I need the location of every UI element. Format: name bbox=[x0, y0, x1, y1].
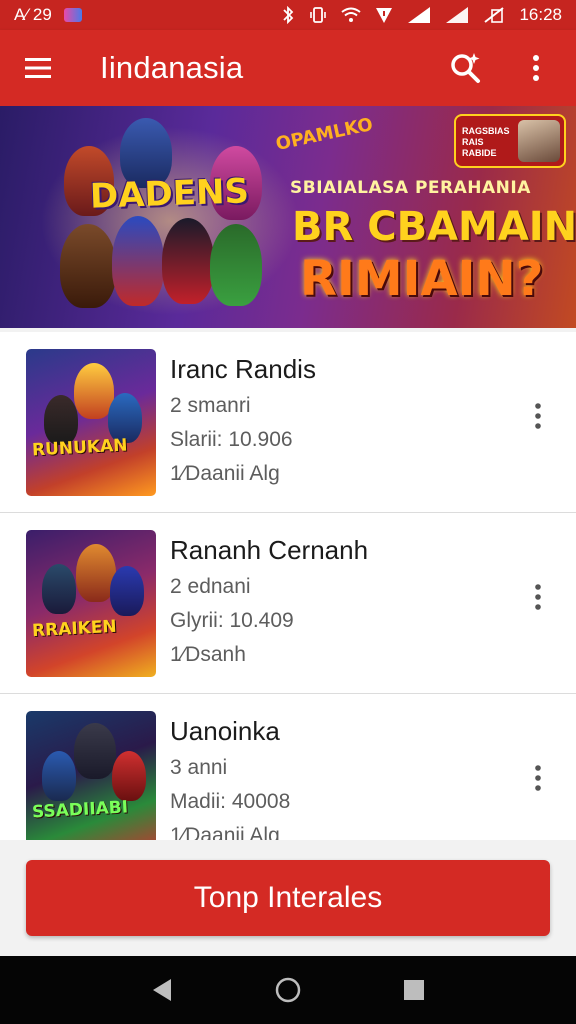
thumb-hero bbox=[42, 564, 76, 614]
more-vert-icon bbox=[535, 584, 541, 610]
item-meta: Madii: 40008 bbox=[170, 790, 291, 813]
battery-icon bbox=[484, 7, 505, 23]
banner-logo: DADENS bbox=[89, 171, 250, 217]
more-vert-icon bbox=[535, 765, 541, 791]
item-title: Uanoinka bbox=[170, 716, 280, 746]
item-overflow-button[interactable] bbox=[526, 396, 550, 436]
menu-button[interactable] bbox=[20, 50, 56, 86]
thumb-label: RRAIKEN bbox=[31, 616, 118, 642]
item-title: Iranc Randis bbox=[170, 354, 316, 384]
more-options-button[interactable] bbox=[518, 50, 554, 86]
signal-icon bbox=[408, 7, 431, 23]
item-meta: 1⁄Daanii Alg bbox=[170, 462, 280, 485]
more-vert-icon bbox=[533, 55, 539, 81]
menu-icon bbox=[25, 58, 51, 78]
banner-headline-2: BR CBAMAINAI bbox=[292, 204, 576, 250]
item-meta: 1⁄Dsanh bbox=[170, 643, 246, 666]
banner-badge-text: RAGSBIAS RAIS RABIDE bbox=[462, 126, 510, 158]
primary-action-button[interactable]: Tonp Interales bbox=[26, 860, 550, 936]
banner-hero bbox=[162, 218, 214, 304]
list-item[interactable]: SSADIIABI Uanoinka 3 anni Madii: 40008 1… bbox=[0, 694, 576, 840]
item-meta: 1⁄Daanii Alg bbox=[170, 824, 280, 840]
item-meta: Slarii: 10.906 bbox=[170, 428, 293, 451]
banner-headline-1: SBIAIALASA PERAHANIA bbox=[290, 178, 531, 198]
notification-app-icon bbox=[63, 8, 82, 22]
item-overflow-button[interactable] bbox=[526, 577, 550, 617]
app-thumbnail: SSADIIABI bbox=[26, 711, 156, 840]
thumb-label: RUNUKAN bbox=[31, 435, 128, 461]
app-thumbnail: RRAIKEN bbox=[26, 530, 156, 677]
data-saver-icon bbox=[376, 8, 393, 23]
status-bar: A⁄ 29 16:28 bbox=[0, 0, 576, 30]
app-bar: Iindanasia bbox=[0, 30, 576, 106]
promo-banner[interactable]: DADENS OPAMLKO SBIAIALASA PERAHANIA BR C… bbox=[0, 106, 576, 328]
thumb-hero bbox=[74, 723, 116, 779]
search-button[interactable] bbox=[448, 50, 484, 86]
bottom-action-area: Tonp Interales bbox=[0, 840, 576, 956]
item-meta: 2 ednani bbox=[170, 575, 251, 598]
thumb-hero bbox=[110, 566, 144, 616]
banner-hero bbox=[210, 224, 262, 306]
banner-hero bbox=[112, 216, 164, 306]
recents-icon[interactable] bbox=[402, 978, 426, 1002]
thumb-hero bbox=[112, 751, 146, 801]
status-time-right: 16:28 bbox=[519, 5, 562, 24]
banner-headline-3: RIMIAIN? bbox=[300, 251, 544, 307]
banner-badge-avatar bbox=[518, 120, 560, 162]
item-meta: 3 anni bbox=[170, 756, 228, 779]
back-icon[interactable] bbox=[150, 977, 174, 1003]
thumb-hero bbox=[42, 751, 76, 801]
banner-badge: RAGSBIAS RAIS RABIDE bbox=[454, 114, 566, 168]
search-icon bbox=[451, 53, 480, 83]
wifi-icon bbox=[341, 7, 362, 22]
item-meta: Glyrii: 10.409 bbox=[170, 609, 294, 632]
list-item[interactable]: RUNUKAN Iranc Randis 2 smanri Slarii: 10… bbox=[0, 332, 576, 513]
more-vert-icon bbox=[535, 403, 541, 429]
item-overflow-button[interactable] bbox=[526, 758, 550, 798]
item-title: Rananh Cernanh bbox=[170, 535, 369, 565]
system-nav-bar bbox=[0, 956, 576, 1024]
vibrate-icon bbox=[310, 7, 327, 23]
app-thumbnail: RUNUKAN bbox=[26, 349, 156, 496]
status-time-left: A⁄ 29 bbox=[14, 5, 52, 24]
list-item[interactable]: RRAIKEN Rananh Cernanh 2 ednani Glyrii: … bbox=[0, 513, 576, 694]
app-list: RUNUKAN Iranc Randis 2 smanri Slarii: 10… bbox=[0, 332, 576, 840]
home-icon[interactable] bbox=[274, 976, 302, 1004]
thumb-label: SSADIIABI bbox=[31, 797, 129, 823]
banner-hero bbox=[60, 224, 116, 308]
item-meta: 2 smanri bbox=[170, 394, 251, 417]
app-title: Iindanasia bbox=[100, 50, 244, 85]
bluetooth-icon bbox=[283, 6, 294, 24]
banner-tag: OPAMLKO bbox=[273, 113, 375, 156]
signal-2-icon bbox=[446, 7, 469, 23]
